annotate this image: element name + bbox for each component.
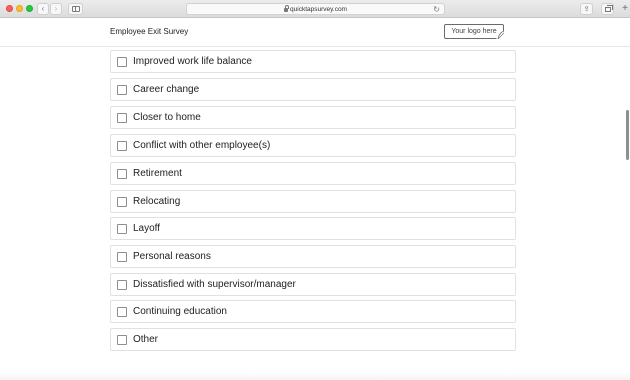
chevron-right-icon: ›	[54, 4, 58, 13]
checkbox[interactable]	[117, 224, 127, 234]
option-label: Relocating	[133, 196, 181, 207]
checkbox[interactable]	[117, 280, 127, 290]
option-label: Improved work life balance	[133, 56, 252, 67]
option-item[interactable]: Conflict with other employee(s)	[110, 134, 516, 157]
checkbox[interactable]	[117, 57, 127, 67]
page-bottom-edge	[0, 372, 630, 380]
reload-icon[interactable]: ↻	[433, 5, 440, 14]
option-item[interactable]: Retirement	[110, 162, 516, 185]
option-item[interactable]: Dissatisfied with supervisor/manager	[110, 273, 516, 296]
option-label: Closer to home	[133, 112, 201, 123]
option-item[interactable]: Career change	[110, 78, 516, 101]
option-item[interactable]: Relocating	[110, 190, 516, 213]
option-label: Career change	[133, 84, 200, 95]
checkbox[interactable]	[117, 113, 127, 123]
option-item[interactable]: Personal reasons	[110, 245, 516, 268]
option-item[interactable]: Closer to home	[110, 106, 516, 129]
plus-icon: +	[622, 3, 628, 14]
checkbox[interactable]	[117, 169, 127, 179]
option-item[interactable]: Improved work life balance	[110, 50, 516, 73]
forward-button[interactable]: ›	[50, 3, 62, 15]
survey-header: Employee Exit Survey Your logo here	[0, 19, 630, 47]
page-scrollbar[interactable]	[626, 110, 629, 160]
browser-toolbar: ‹ › quicktapsurvey.com ↻ ⇪ +	[0, 0, 630, 18]
share-icon: ⇪	[583, 6, 590, 13]
lock-icon	[284, 5, 289, 12]
chevron-left-icon: ‹	[41, 4, 45, 13]
address-bar[interactable]: quicktapsurvey.com ↻	[186, 3, 445, 15]
checkbox[interactable]	[117, 197, 127, 207]
option-label: Layoff	[133, 223, 161, 234]
minimize-window-button[interactable]	[16, 5, 23, 12]
option-label: Continuing education	[133, 306, 227, 317]
close-window-button[interactable]	[6, 5, 13, 12]
checkbox[interactable]	[117, 252, 127, 262]
checkbox[interactable]	[117, 307, 127, 317]
back-button[interactable]: ‹	[37, 3, 49, 15]
new-tab-button[interactable]: +	[620, 3, 630, 15]
page-title: Employee Exit Survey	[110, 27, 189, 36]
checkbox[interactable]	[117, 141, 127, 151]
option-label: Dissatisfied with supervisor/manager	[133, 279, 296, 290]
sidebar-toggle-button[interactable]	[68, 3, 83, 15]
sidebar-icon	[71, 6, 80, 12]
option-label: Personal reasons	[133, 251, 211, 262]
checkbox[interactable]	[117, 335, 127, 345]
zoom-window-button[interactable]	[26, 5, 33, 12]
logo-placeholder-text: Your logo here	[451, 28, 497, 35]
page-curl-icon	[496, 31, 504, 39]
address-url: quicktapsurvey.com	[290, 5, 347, 13]
checkbox[interactable]	[117, 85, 127, 95]
share-button[interactable]: ⇪	[580, 3, 593, 15]
option-label: Other	[133, 334, 159, 345]
option-item[interactable]: Other	[110, 328, 516, 351]
show-tabs-button[interactable]	[601, 3, 614, 15]
logo-placeholder: Your logo here	[444, 24, 504, 39]
option-label: Retirement	[133, 168, 182, 179]
option-label: Conflict with other employee(s)	[133, 140, 271, 151]
tabs-icon	[604, 4, 613, 12]
option-item[interactable]: Layoff	[110, 217, 516, 240]
option-item[interactable]: Continuing education	[110, 300, 516, 323]
